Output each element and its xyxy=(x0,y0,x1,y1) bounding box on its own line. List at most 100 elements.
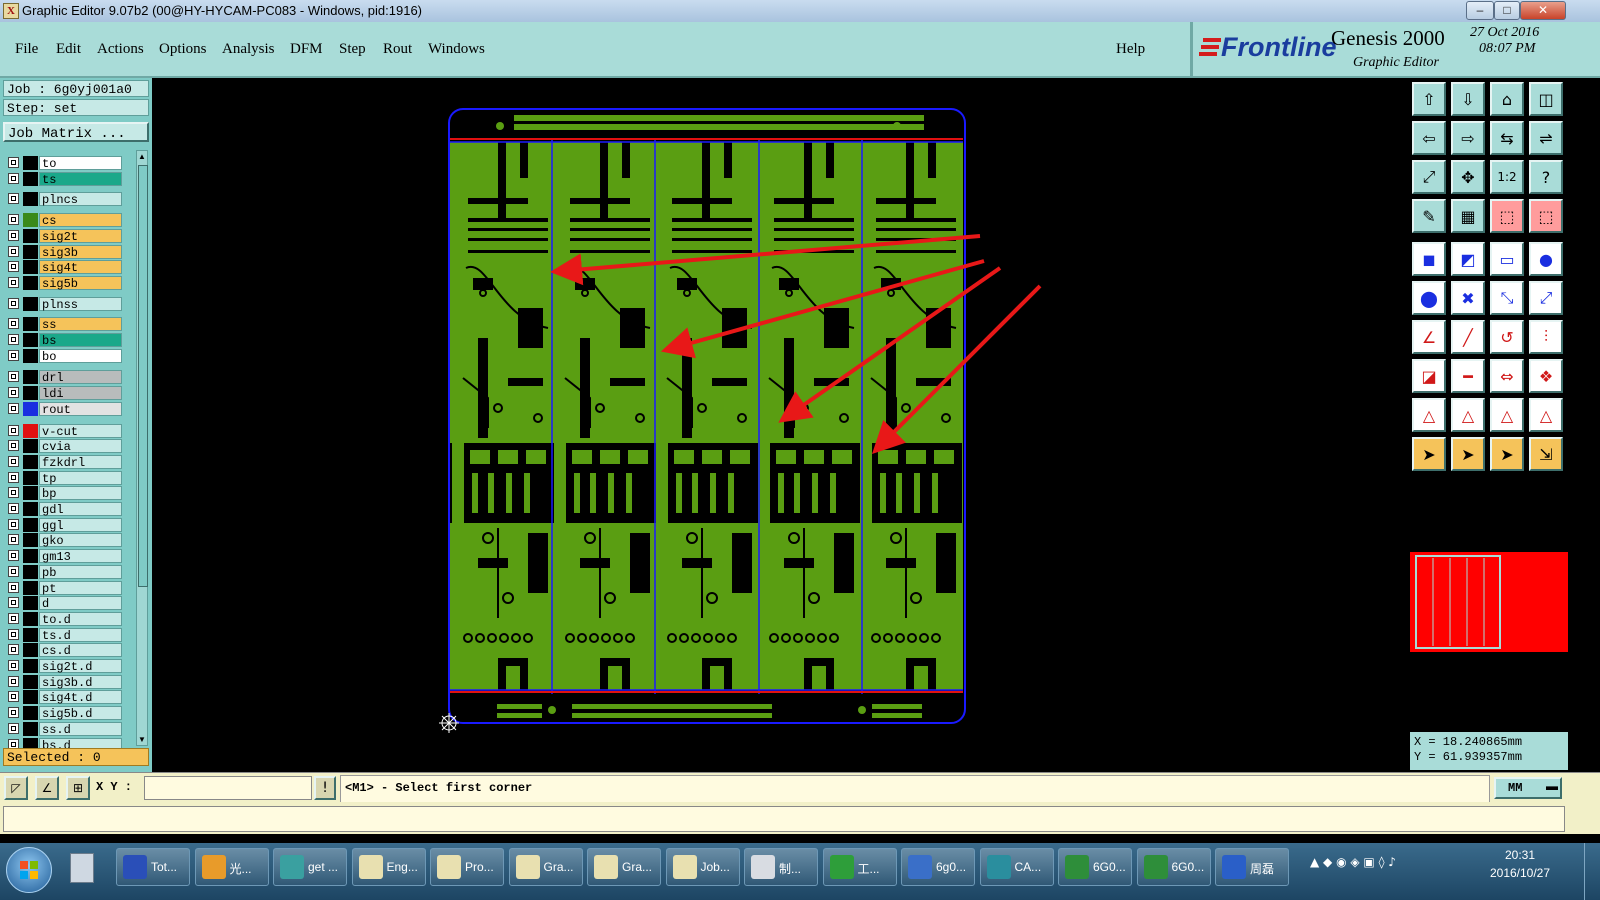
tool-button-icon[interactable]: ⇌ xyxy=(1529,121,1563,155)
layer-checkbox[interactable] xyxy=(8,628,19,640)
layer-row[interactable]: cs xyxy=(6,213,122,228)
layer-color-swatch[interactable] xyxy=(23,296,38,311)
tool-button-icon[interactable]: ⌂ xyxy=(1490,82,1524,116)
layer-row[interactable]: plnss xyxy=(6,296,122,312)
taskbar-item[interactable]: Job... xyxy=(665,848,740,886)
layer-checkbox[interactable] xyxy=(8,276,19,288)
layer-name[interactable]: sig2t xyxy=(39,228,122,244)
menu-analysis[interactable]: Analysis xyxy=(222,41,275,58)
layer-checkbox[interactable] xyxy=(8,691,19,703)
layer-color-swatch[interactable] xyxy=(23,690,38,705)
layer-row[interactable]: sig3b.d xyxy=(6,674,122,690)
layer-name[interactable]: pb xyxy=(39,564,122,580)
layer-color-swatch[interactable] xyxy=(23,517,38,532)
layer-color-swatch[interactable] xyxy=(23,260,38,275)
layer-name[interactable]: sig5b.d xyxy=(39,706,122,721)
layer-name[interactable]: gm13 xyxy=(39,549,122,564)
layer-row[interactable]: gko xyxy=(6,533,122,548)
layer-name[interactable]: sig2t.d xyxy=(39,659,122,674)
layer-color-swatch[interactable] xyxy=(23,659,38,673)
layer-row[interactable]: rout xyxy=(6,401,122,417)
xy-input[interactable] xyxy=(144,776,312,800)
layer-color-swatch[interactable] xyxy=(23,580,38,595)
layer-name[interactable]: fzkdrl xyxy=(39,454,122,470)
tool-button-icon[interactable]: ● xyxy=(1529,242,1563,276)
tool-button-icon[interactable]: ⤢ xyxy=(1412,160,1446,194)
layer-row[interactable]: cvia xyxy=(6,439,122,454)
menu-dfm[interactable]: DFM xyxy=(290,41,323,58)
layer-color-swatch[interactable] xyxy=(23,275,38,290)
layer-checkbox[interactable] xyxy=(8,550,19,562)
tool-button-icon[interactable]: ⫶ xyxy=(1529,320,1563,354)
menu-options[interactable]: Options xyxy=(159,41,207,58)
layer-row[interactable]: d xyxy=(6,596,122,611)
show-desktop-button[interactable] xyxy=(1584,843,1600,900)
layer-row[interactable]: sig5b.d xyxy=(6,706,122,721)
layer-color-swatch[interactable] xyxy=(23,386,38,401)
layer-name[interactable]: sig4t xyxy=(39,260,122,275)
layer-name[interactable]: cs.d xyxy=(39,643,122,658)
layer-color-swatch[interactable] xyxy=(23,549,38,564)
layer-checkbox[interactable] xyxy=(8,297,19,309)
taskbar-item[interactable]: get ... xyxy=(273,848,347,886)
layer-name[interactable]: sig4t.d xyxy=(39,690,122,705)
layer-color-swatch[interactable] xyxy=(23,228,38,243)
layer-color-swatch[interactable] xyxy=(23,370,38,385)
layer-name[interactable]: bp xyxy=(39,486,122,501)
tool-button-icon[interactable]: ⬤ xyxy=(1412,281,1446,315)
layer-checkbox[interactable] xyxy=(8,229,19,241)
clock[interactable]: 20:31 2016/10/27 xyxy=(1480,848,1560,880)
layer-row[interactable]: pb xyxy=(6,564,122,580)
tool-button-icon[interactable]: ⬚ xyxy=(1490,199,1524,233)
layer-name[interactable]: bs xyxy=(39,333,122,348)
layer-row[interactable]: to xyxy=(6,156,122,171)
layer-name[interactable]: pt xyxy=(39,580,122,596)
layer-name[interactable]: tp xyxy=(39,470,122,486)
snap-grid-icon[interactable]: ⊞ xyxy=(66,776,90,800)
layer-color-swatch[interactable] xyxy=(23,423,38,438)
layer-color-swatch[interactable] xyxy=(23,721,38,736)
tool-button-icon[interactable]: ↺ xyxy=(1490,320,1524,354)
layer-checkbox[interactable] xyxy=(8,214,19,226)
layer-checkbox[interactable] xyxy=(8,402,19,414)
layer-checkbox[interactable] xyxy=(8,261,19,273)
layer-name[interactable]: ts.d xyxy=(39,627,122,643)
taskbar-item[interactable]: Pro... xyxy=(430,848,504,886)
layer-row[interactable]: plncs xyxy=(6,192,122,207)
tool-button-icon[interactable]: ▦ xyxy=(1451,199,1485,233)
tool-button-icon[interactable]: ▭ xyxy=(1490,242,1524,276)
layer-row[interactable]: bo xyxy=(6,348,122,364)
tool-button-icon[interactable]: 1:2 xyxy=(1490,160,1524,194)
layer-row[interactable]: v-cut xyxy=(6,423,122,439)
tool-button-icon[interactable]: ✥ xyxy=(1451,160,1485,194)
layer-row[interactable]: sig2t.d xyxy=(6,659,122,674)
layer-color-swatch[interactable] xyxy=(23,317,38,332)
layer-color-swatch[interactable] xyxy=(23,502,38,516)
layer-row[interactable]: gm13 xyxy=(6,549,122,564)
tool-button-icon[interactable]: ➤ xyxy=(1490,437,1524,471)
tool-button-icon[interactable]: ⬚ xyxy=(1529,199,1563,233)
taskbar-item[interactable]: Tot... xyxy=(116,848,190,886)
layer-row[interactable]: gdl xyxy=(6,502,122,517)
layer-checkbox[interactable] xyxy=(8,245,19,257)
tool-button-icon[interactable]: ⤢ xyxy=(1529,281,1563,315)
layer-name[interactable]: ts xyxy=(39,171,122,187)
units-selector[interactable]: MM ▬ xyxy=(1494,777,1562,799)
layer-row[interactable]: pt xyxy=(6,580,122,596)
zoom-window-icon[interactable]: ◸ xyxy=(4,776,28,800)
tray-icons[interactable]: ▲ ◆ ◉ ◈ ▣ ◊ ♪ xyxy=(1310,855,1396,869)
tool-button-icon[interactable]: ⇨ xyxy=(1451,121,1485,155)
layer-row[interactable]: ts.d xyxy=(6,627,122,643)
layer-name[interactable]: d xyxy=(39,596,122,611)
layer-checkbox[interactable] xyxy=(8,318,19,330)
pinned-app-icon[interactable] xyxy=(64,851,100,885)
layer-row[interactable]: to.d xyxy=(6,611,122,627)
layer-row[interactable]: bs xyxy=(6,333,122,348)
layer-name[interactable]: sig3b.d xyxy=(39,674,122,690)
taskbar-item[interactable]: Gra... xyxy=(587,848,661,886)
tool-button-icon[interactable]: ❖ xyxy=(1529,359,1563,393)
layer-checkbox[interactable] xyxy=(8,660,19,671)
layer-checkbox[interactable] xyxy=(8,597,19,609)
layer-name[interactable]: v-cut xyxy=(39,423,122,439)
tool-button-icon[interactable]: △ xyxy=(1451,398,1485,432)
